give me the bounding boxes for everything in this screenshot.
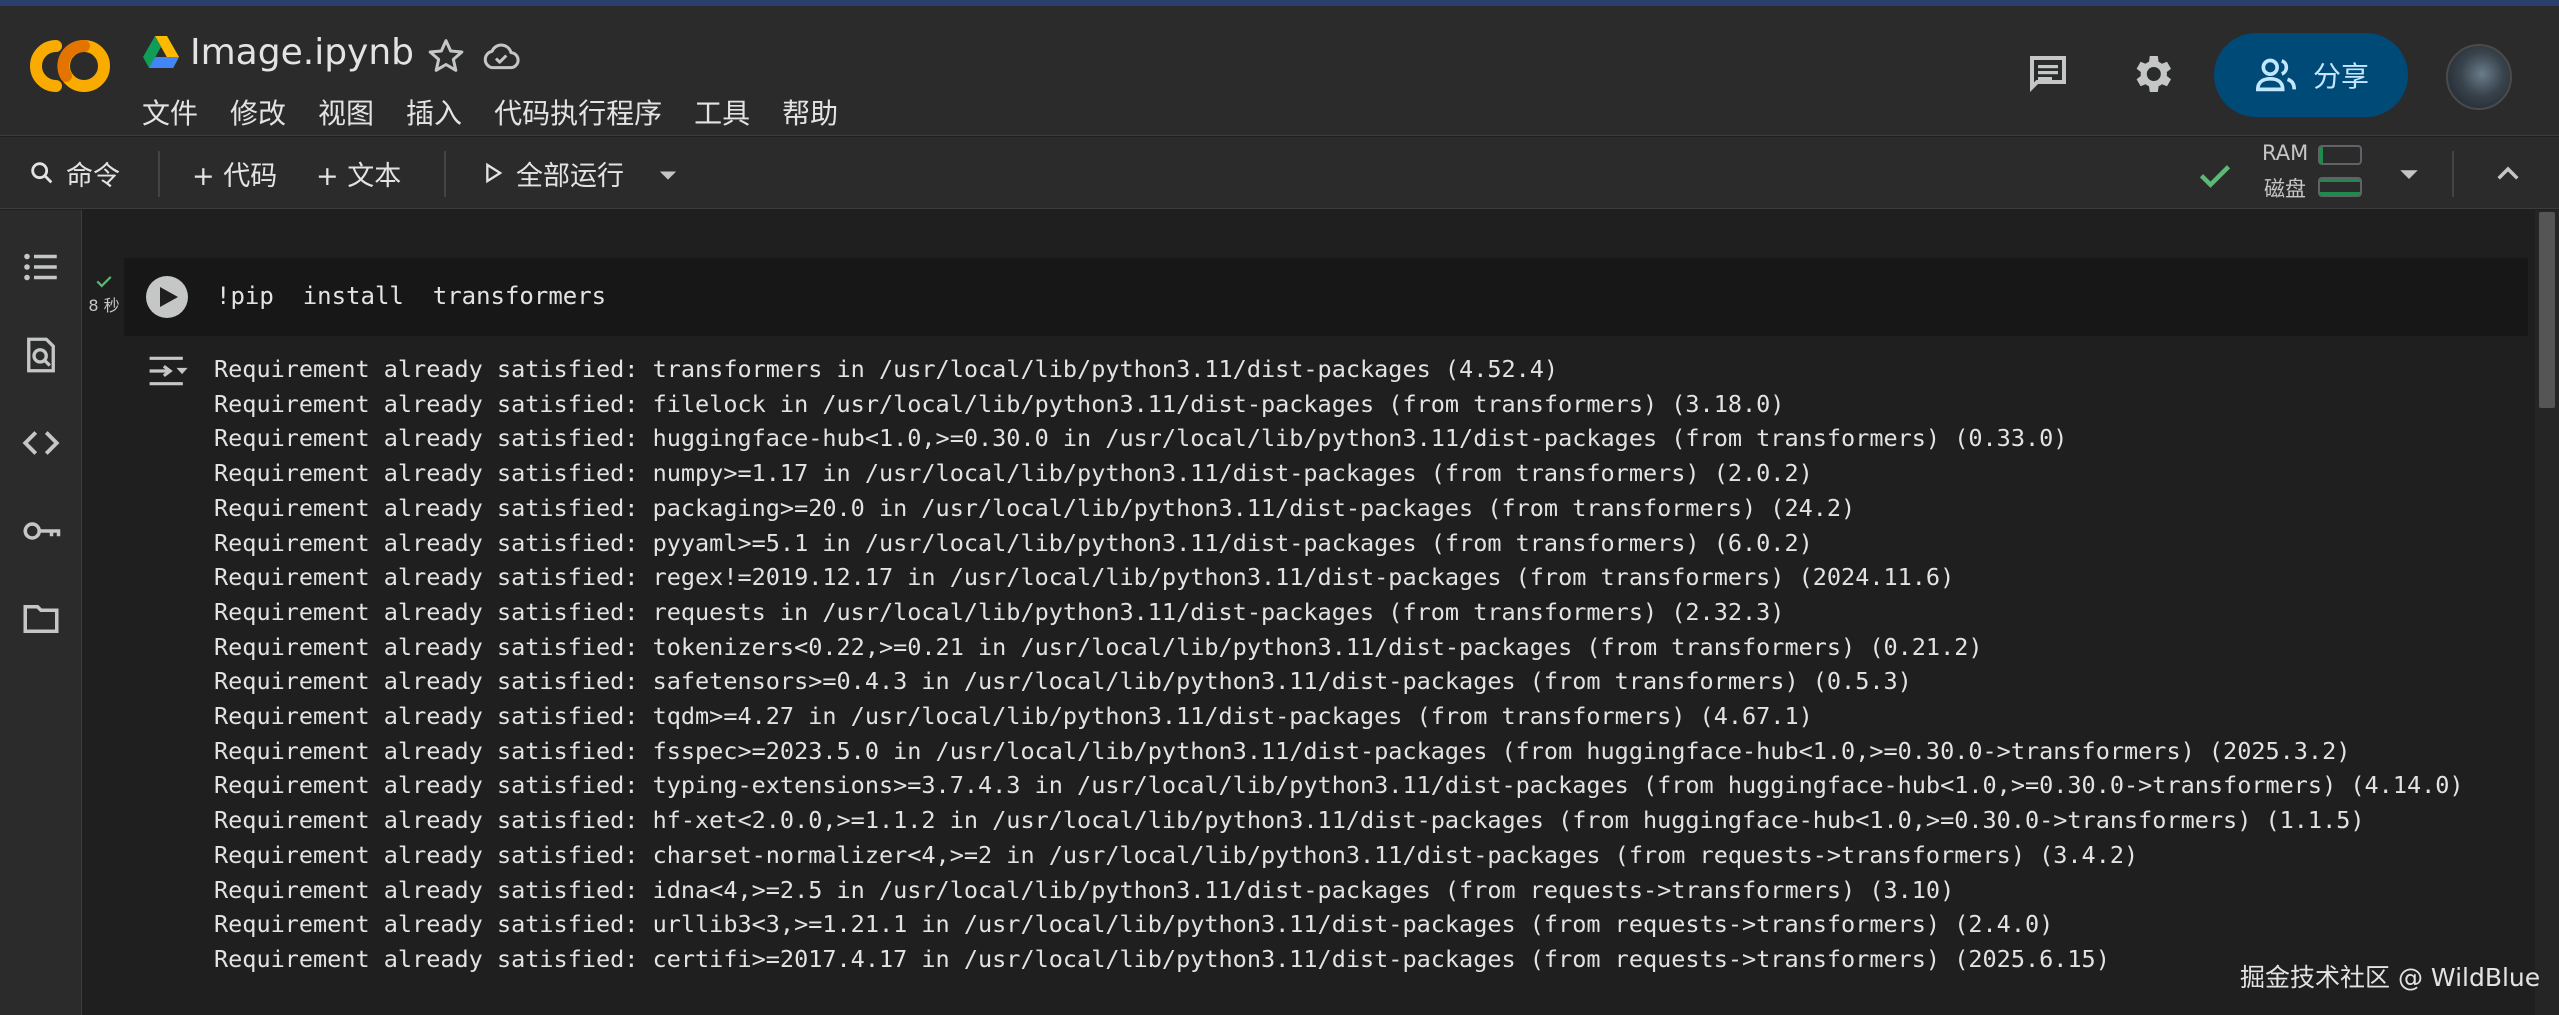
scrollbar-thumb[interactable] (2539, 212, 2555, 408)
avatar[interactable] (2446, 44, 2512, 110)
run-all-label: 全部运行 (516, 160, 624, 192)
output-line: Requirement already satisfied: pyyaml>=5… (214, 528, 1813, 557)
toolbar: 命令 + 代码 + 文本 全部运行 RAM 磁盘 (0, 137, 2559, 209)
menu-help[interactable]: 帮助 (782, 92, 838, 132)
folder-icon[interactable] (20, 598, 62, 640)
disk-label: 磁盘 (2264, 177, 2306, 201)
colab-logo-icon[interactable] (26, 36, 114, 96)
star-icon[interactable] (426, 36, 466, 76)
share-label: 分享 (2312, 60, 2369, 93)
scrollbar[interactable] (2535, 210, 2559, 1015)
code-snippets-icon[interactable] (20, 422, 62, 464)
output-line: Requirement already satisfied: idna<4,>=… (214, 875, 1955, 904)
output-line: Requirement already satisfied: transform… (214, 355, 1559, 383)
toolbar-divider (158, 151, 160, 197)
command-label: 命令 (66, 160, 120, 192)
output-line: Requirement already satisfied: fsspec>=2… (214, 736, 2351, 765)
share-button[interactable]: 分享 (2214, 33, 2408, 117)
command-palette-button[interactable]: 命令 (28, 151, 120, 195)
menu-tools[interactable]: 工具 (694, 92, 750, 132)
output-line: Requirement already satisfied: tokenizer… (214, 632, 1983, 661)
google-drive-icon (143, 36, 179, 68)
output-line: Requirement already satisfied: safetenso… (214, 667, 1912, 696)
chevron-up-icon[interactable] (2492, 157, 2524, 189)
cell-exec-status: 8 秒 (86, 272, 122, 316)
cloud-icon[interactable] (480, 36, 522, 76)
connected-check-icon (2199, 165, 2231, 188)
output-line: Requirement already satisfied: filelock … (214, 389, 1785, 418)
watermark: 掘金技术社区 @ WildBlue (2240, 963, 2541, 992)
header: Image.ipynb 文件 修改 视图 插入 代码执行程序 工具 帮助 分享 (0, 6, 2559, 136)
comment-icon[interactable] (2024, 50, 2072, 98)
left-sidebar (0, 210, 82, 1015)
menu-insert[interactable]: 插入 (406, 92, 462, 132)
add-code-button[interactable]: + 代码 (192, 151, 277, 195)
toolbar-divider (444, 151, 446, 197)
chevron-down-icon[interactable] (2394, 159, 2424, 189)
output-line: Requirement already satisfied: typing-ex… (214, 771, 2464, 800)
output-line: Requirement already satisfied: certifi>=… (214, 944, 2110, 973)
output-line: Requirement already satisfied: hf-xet<2.… (214, 806, 2365, 835)
code-cell[interactable]: !pip install transformers (124, 258, 2528, 336)
ram-label: RAM (2262, 141, 2309, 165)
output-line: Requirement already satisfied: charset-n… (214, 840, 2139, 869)
disk-bar[interactable] (2318, 177, 2362, 197)
menu-runtime[interactable]: 代码执行程序 (494, 92, 662, 132)
cell-output: Requirement already satisfied: transform… (214, 352, 2514, 977)
exec-time: 8 秒 (88, 296, 120, 315)
output-line: Requirement already satisfied: regex!=20… (214, 563, 1955, 592)
run-cell-button[interactable] (146, 276, 188, 318)
output-line: Requirement already satisfied: urllib3<3… (214, 910, 2054, 939)
add-text-button[interactable]: + 文本 (316, 151, 401, 195)
menu-edit[interactable]: 修改 (230, 92, 286, 132)
people-icon (2255, 58, 2297, 92)
success-check-icon (96, 276, 112, 288)
run-all-button[interactable]: 全部运行 (478, 151, 624, 195)
gear-icon[interactable] (2128, 50, 2176, 98)
menu-bar: 文件 修改 视图 插入 代码执行程序 工具 帮助 (142, 92, 870, 132)
output-line: Requirement already satisfied: tqdm>=4.2… (214, 702, 1813, 731)
code-editor[interactable]: !pip install transformers (216, 282, 606, 310)
key-icon[interactable] (20, 510, 62, 552)
output-line: Requirement already satisfied: packaging… (214, 493, 1856, 522)
play-outline-icon (486, 162, 503, 184)
toc-icon[interactable] (20, 246, 62, 288)
menu-file[interactable]: 文件 (142, 92, 198, 132)
search-icon (31, 162, 53, 184)
output-actions-icon[interactable] (144, 352, 190, 390)
play-icon (160, 287, 178, 307)
output-line: Requirement already satisfied: requests … (214, 597, 1785, 626)
toolbar-divider (2452, 151, 2454, 197)
notebook-title[interactable]: Image.ipynb (190, 32, 414, 73)
ram-bar[interactable] (2318, 145, 2362, 165)
output-line: Requirement already satisfied: numpy>=1.… (214, 459, 1813, 488)
chevron-down-icon[interactable] (654, 161, 682, 189)
output-line: Requirement already satisfied: huggingfa… (214, 424, 2068, 453)
find-replace-icon[interactable] (20, 334, 62, 376)
menu-view[interactable]: 视图 (318, 92, 374, 132)
